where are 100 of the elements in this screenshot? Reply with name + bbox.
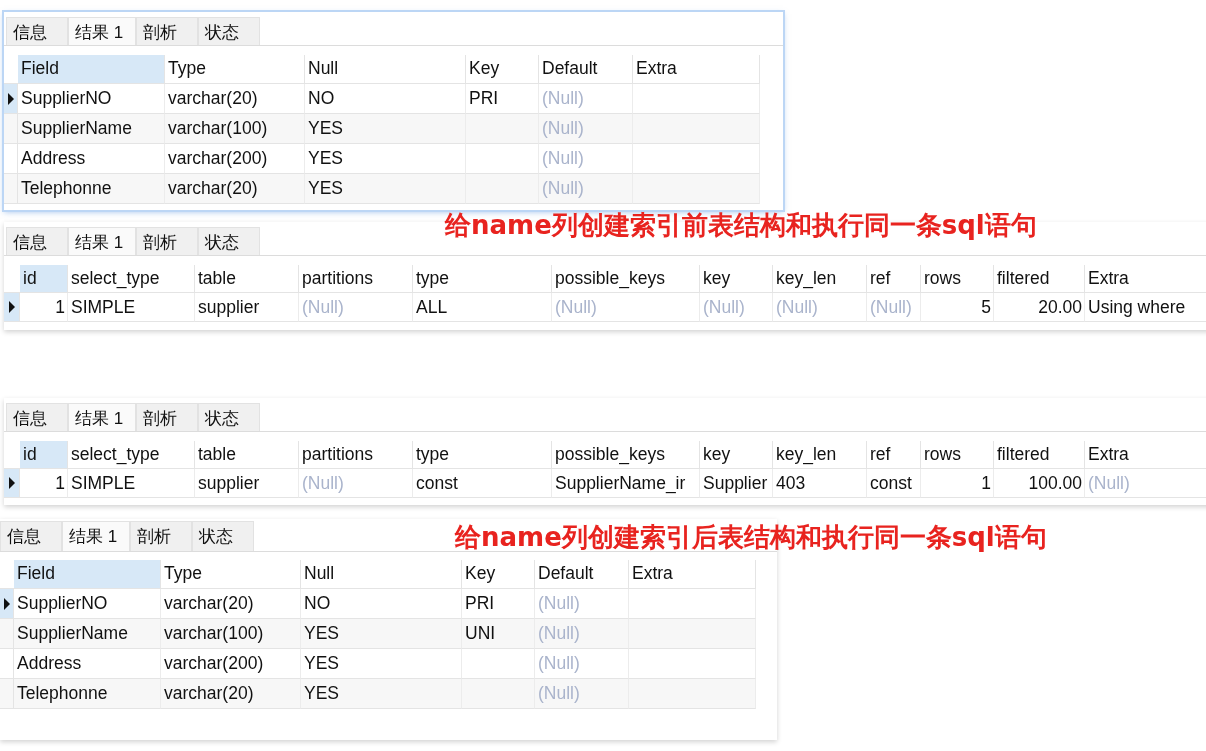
table-cell: (Null) [299,469,413,498]
table-cell: supplier [195,293,299,322]
tab[interactable]: 结果 1 [68,227,136,255]
table-cell: ALL [413,293,552,322]
table-cell: SupplierName [14,619,161,649]
column-header[interactable]: Field [14,560,161,589]
table-cell: 403 [773,469,867,498]
column-header[interactable]: table [195,441,299,469]
tab[interactable]: 剖析 [136,403,198,431]
table-cell: varchar(100) [161,619,301,649]
column-header[interactable]: select_type [68,265,195,293]
tab[interactable]: 剖析 [136,227,198,255]
column-header[interactable]: table [195,265,299,293]
table-cell: varchar(100) [165,114,305,144]
column-header[interactable]: ref [867,265,921,293]
table-cell: (Null) [1085,469,1206,498]
table-cell: (Null) [867,293,921,322]
tab[interactable]: 信息 [6,17,68,45]
row-header[interactable] [0,589,14,619]
tab[interactable]: 结果 1 [62,521,130,551]
table-cell: YES [301,619,462,649]
tab[interactable]: 剖析 [130,521,192,551]
row-header[interactable] [4,293,20,322]
row-pointer-icon [7,92,14,105]
column-header[interactable]: Type [161,560,301,589]
tab[interactable]: 状态 [198,227,260,255]
column-header[interactable]: key_len [773,265,867,293]
column-header[interactable]: rows [921,265,994,293]
table-cell: varchar(20) [165,174,305,204]
table-cell: (Null) [535,619,629,649]
row-pointer-icon [8,301,15,313]
table-cell: (Null) [539,174,633,204]
tab[interactable]: 状态 [192,521,254,551]
column-header[interactable]: Key [462,560,535,589]
tab[interactable]: 状态 [198,403,260,431]
table-cell: (Null) [535,679,629,709]
column-header[interactable]: id [20,441,68,469]
table-cell: const [413,469,552,498]
table-cell: UNI [462,619,535,649]
table-cell: YES [305,174,466,204]
column-header[interactable]: type [413,265,552,293]
tab[interactable]: 状态 [198,17,260,45]
column-header[interactable]: id [20,265,68,293]
column-header[interactable]: key_len [773,441,867,469]
column-header[interactable]: Extra [1085,441,1206,469]
table-cell: 100.00 [994,469,1085,498]
table-cell: 1 [921,469,994,498]
column-header[interactable]: possible_keys [552,265,700,293]
column-header[interactable]: possible_keys [552,441,700,469]
table-cell: Supplier [700,469,773,498]
column-header[interactable]: Field [18,55,165,84]
table-cell: 5 [921,293,994,322]
column-header[interactable]: partitions [299,441,413,469]
column-header[interactable]: key [700,441,773,469]
column-header[interactable]: type [413,441,552,469]
table-cell: const [867,469,921,498]
column-header[interactable]: Type [165,55,305,84]
table-cell: (Null) [299,293,413,322]
row-pointer-icon [8,477,15,489]
table-cell: Telephonne [18,174,165,204]
table-cell: varchar(20) [161,679,301,709]
tab[interactable]: 剖析 [136,17,198,45]
column-header[interactable]: ref [867,441,921,469]
table-cell: 1 [20,293,68,322]
table-cell: SIMPLE [68,469,195,498]
column-header[interactable]: rows [921,441,994,469]
caption-text: 给name列创建索引后表结构和执行同一条sql语句 [455,521,1047,554]
column-header[interactable]: Null [301,560,462,589]
table-cell: SupplierName_ir [552,469,700,498]
table-cell: Using where [1085,293,1206,322]
column-header[interactable]: filtered [994,441,1085,469]
table-cell: YES [305,114,466,144]
column-header[interactable]: partitions [299,265,413,293]
tab[interactable]: 信息 [6,227,68,255]
tab[interactable]: 信息 [6,403,68,431]
tab[interactable]: 结果 1 [68,17,136,45]
column-header[interactable]: key [700,265,773,293]
table-cell: Telephonne [14,679,161,709]
row-header[interactable] [4,469,20,498]
column-header[interactable]: Extra [1085,265,1206,293]
table-cell: (Null) [552,293,700,322]
table-cell: 1 [20,469,68,498]
column-header[interactable]: Default [539,55,633,84]
table-cell: SupplierName [18,114,165,144]
tab[interactable]: 信息 [0,521,62,551]
table-cell: 20.00 [994,293,1085,322]
column-header[interactable]: Default [535,560,629,589]
column-header[interactable]: select_type [68,441,195,469]
column-header[interactable]: filtered [994,265,1085,293]
table-cell: (Null) [539,114,633,144]
table-cell: SIMPLE [68,293,195,322]
tab[interactable]: 结果 1 [68,403,136,431]
column-header[interactable]: Extra [629,560,756,589]
column-header[interactable]: Null [305,55,466,84]
column-header[interactable]: Key [466,55,539,84]
column-header[interactable]: Extra [633,55,760,84]
caption-text: 给name列创建索引前表结构和执行同一条sql语句 [445,209,1037,242]
row-pointer-icon [3,597,10,610]
row-header[interactable] [4,84,18,114]
table-cell: (Null) [773,293,867,322]
